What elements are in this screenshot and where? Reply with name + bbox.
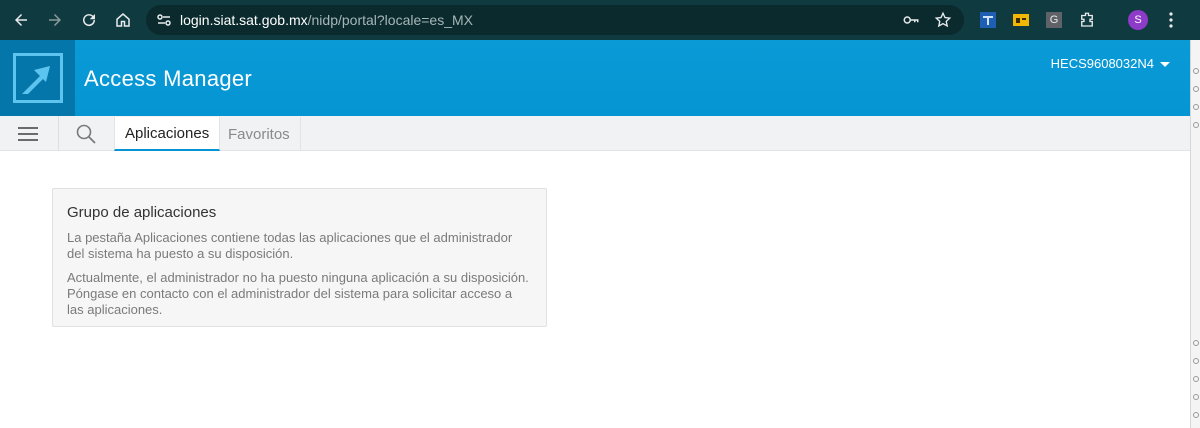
edge-marker (1193, 86, 1199, 92)
back-icon[interactable] (8, 7, 34, 33)
url-host: login.siat.sat.gob.mx (180, 12, 308, 28)
app-header: Access Manager HECS9608032N4 (0, 40, 1190, 116)
edge-marker (1193, 412, 1199, 418)
forward-icon[interactable] (42, 7, 68, 33)
browser-menu-icon[interactable] (1160, 9, 1182, 31)
home-icon[interactable] (110, 7, 136, 33)
extension-g-icon[interactable]: G (1043, 9, 1065, 31)
password-key-icon[interactable] (902, 11, 920, 29)
browser-toolbar: login.siat.sat.gob.mx/nidp/portal?locale… (0, 0, 1200, 40)
edge-marker (1193, 358, 1199, 364)
edge-marker (1193, 340, 1199, 346)
app-title: Access Manager (84, 66, 253, 91)
tab-aplicaciones[interactable]: Aplicaciones (114, 117, 221, 151)
hamburger-menu-icon[interactable] (18, 125, 38, 143)
extension-docs-icon[interactable] (977, 9, 999, 31)
site-settings-icon[interactable] (156, 12, 172, 28)
extension-notes-icon[interactable] (1010, 9, 1032, 31)
user-id: HECS9608032N4 (1050, 56, 1154, 71)
card-paragraph-1: La pestaña Aplicaciones contiene todas l… (67, 230, 513, 261)
edge-marker (1193, 122, 1199, 128)
tab-favoritos[interactable]: Favoritos (218, 117, 301, 151)
portal-toolbar: Aplicaciones Favoritos (0, 116, 1190, 151)
address-bar[interactable]: login.siat.sat.gob.mx/nidp/portal?locale… (146, 5, 964, 35)
profile-avatar[interactable]: S (1127, 9, 1149, 31)
extensions-puzzle-icon[interactable] (1076, 9, 1098, 31)
card-title: Grupo de aplicaciones (67, 204, 217, 221)
url-path: /nidp/portal?locale=es_MX (307, 12, 474, 28)
edge-marker (1193, 104, 1199, 110)
url-text: login.siat.sat.gob.mx/nidp/portal?locale… (180, 12, 473, 28)
search-icon[interactable] (75, 123, 97, 145)
edge-marker (1193, 376, 1199, 382)
access-manager-logo (0, 40, 75, 116)
user-menu[interactable]: HECS9608032N4 (1051, 56, 1170, 71)
app-group-card: Grupo de aplicaciones La pestaña Aplicac… (52, 188, 547, 327)
card-paragraph-2: Actualmente, el administrador no ha pues… (67, 270, 529, 317)
chevron-down-icon (1160, 62, 1170, 67)
edge-marker (1193, 68, 1199, 74)
side-panel-edge (1190, 40, 1200, 428)
toolbar-divider (58, 116, 59, 151)
edge-marker (1193, 394, 1199, 400)
reload-icon[interactable] (76, 7, 102, 33)
bookmark-star-icon[interactable] (934, 11, 952, 29)
arrow-logo-icon (12, 53, 63, 103)
